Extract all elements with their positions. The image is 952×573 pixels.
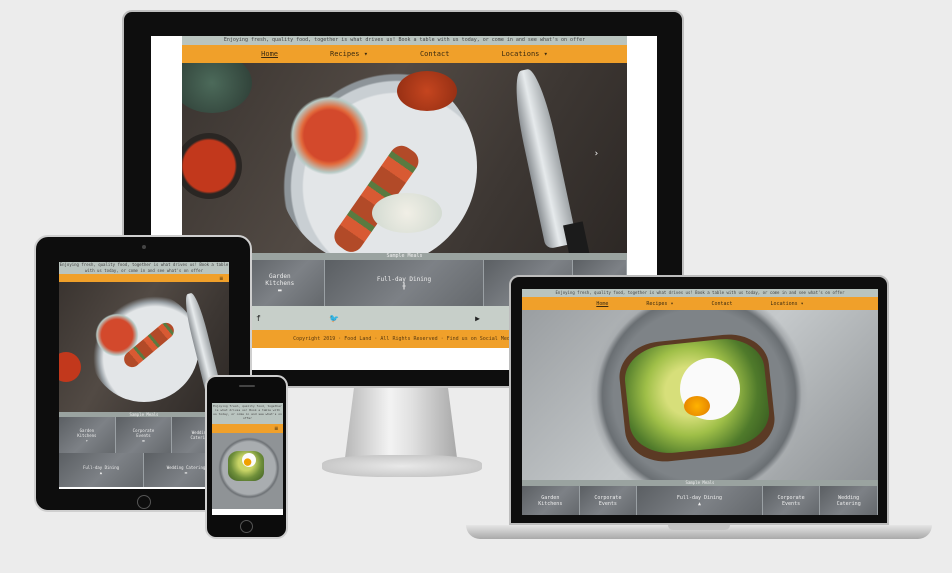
laptop-nav-contact[interactable]: Contact [711,301,732,307]
tablet-tile-corporate[interactable]: Corporate Events ▬ [115,417,173,453]
tablet-hero [59,282,229,412]
nav-contact[interactable]: Contact [420,50,450,58]
facebook-icon[interactable]: f [256,314,261,323]
laptop-tile-wedding-label: Wedding Catering [836,494,861,507]
tablet-sauce [59,352,81,382]
laptop: Enjoying fresh, quality food, together i… [509,275,889,525]
main-nav: Home Recipes ▾ Contact Locations ▾ [182,45,627,63]
garden-icon: ▾ [85,437,89,443]
phone-screen: Enjoying fresh, quality food, together i… [212,403,283,515]
announcement-banner: Enjoying fresh, quality food, together i… [182,36,627,45]
phone-banner: Enjoying fresh, quality food, together i… [212,403,283,424]
red-sauce-dollop [397,71,457,111]
laptop-tile-garden[interactable]: Garden Kitchens [522,486,580,515]
ring-icon: ▬ [184,470,188,475]
monitor-neck [345,388,457,458]
laptop-tiles: Garden Kitchens Corporate Events Full-da… [522,486,878,515]
youtube-icon[interactable]: ▶ [475,314,480,323]
phone: Enjoying fresh, quality food, together i… [205,375,288,539]
laptop-nav: Home Recipes ▾ Contact Locations ▾ [522,297,878,310]
chevron-right-icon: › [593,149,599,159]
nav-locations[interactable]: Locations ▾ [501,50,547,58]
cutlery-icon: ▲ [697,500,701,507]
sauce-bowl [182,133,242,199]
tile-fullday[interactable]: Full-day Dining ╫ [324,260,485,306]
knife [508,66,578,250]
laptop-nav-home[interactable]: Home [596,301,608,307]
tablet-nav: ≡ [59,274,229,282]
laptop-screen: Enjoying fresh, quality food, together i… [522,289,878,515]
laptop-notch [668,525,730,530]
tablet-tile-garden[interactable]: Garden Kitchens ▾ [59,417,116,453]
monitor-base [322,455,482,477]
phone-egg [242,453,256,467]
laptop-egg-yolk [684,396,710,416]
garden-icon: ▬ [277,286,282,294]
nav-recipes[interactable]: Recipes ▾ [330,50,368,58]
tablet-banner: Enjoying fresh, quality food, together i… [59,262,229,274]
twitter-icon[interactable]: 🐦 [329,314,339,323]
tile-fullday-label: Full-day Dining [376,276,432,283]
cutlery-icon: ╫ [402,283,406,290]
laptop-tile-wedding[interactable]: Wedding Catering [820,486,878,515]
rice [372,193,442,233]
tablet-tiles-row2: Full-day Dining ▲ Wedding Catering ▬ [59,453,229,487]
tablet-home-button [137,495,151,509]
laptop-hero-avocado-toast [522,310,878,480]
knife-handle [563,221,591,253]
phone-speaker [239,385,255,387]
hero-image-skewers: › [182,63,627,253]
laptop-tile-garden-label: Garden Kitchens [538,494,563,507]
herb-bowl [182,63,252,113]
tablet-tile-garden-label: Garden Kitchens [77,427,97,438]
laptop-nav-locations[interactable]: Locations ▾ [771,301,804,307]
cutlery-icon: ▲ [99,470,103,475]
laptop-tile-corporate-2-label: Corporate Events [777,494,805,507]
carousel-next[interactable]: › [594,149,599,159]
laptop-nav-recipes[interactable]: Recipes ▾ [646,301,673,307]
laptop-tile-corporate[interactable]: Corporate Events [579,486,638,515]
laptop-tile-corporate-2[interactable]: Corporate Events [762,486,821,515]
phone-home-button [240,520,253,533]
tablet-tile-fullday[interactable]: Full-day Dining ▲ [59,453,144,487]
nav-home[interactable]: Home [261,50,278,58]
laptop-tile-fullday[interactable]: Full-day Dining ▲ [637,486,763,515]
phone-hero [212,433,283,509]
hamburger-icon[interactable]: ≡ [274,425,278,432]
tablet-tile-corporate-label: Corporate Events [132,427,155,438]
tablet-tiles-row1: Garden Kitchens ▾ Corporate Events ▬ Weddi… [59,417,229,453]
tile-garden-label: Garden Kitchens [265,272,295,287]
corporate-icon: ▬ [142,437,145,443]
laptop-tile-corporate-label: Corporate Events [594,494,622,507]
laptop-banner: Enjoying fresh, quality food, together i… [522,289,878,297]
tablet-camera [142,245,146,249]
hamburger-icon[interactable]: ≡ [219,275,223,282]
tablet-screen: Enjoying fresh, quality food, together i… [59,262,229,489]
salsa-glass [282,93,377,178]
phone-nav: ≡ [212,424,283,433]
